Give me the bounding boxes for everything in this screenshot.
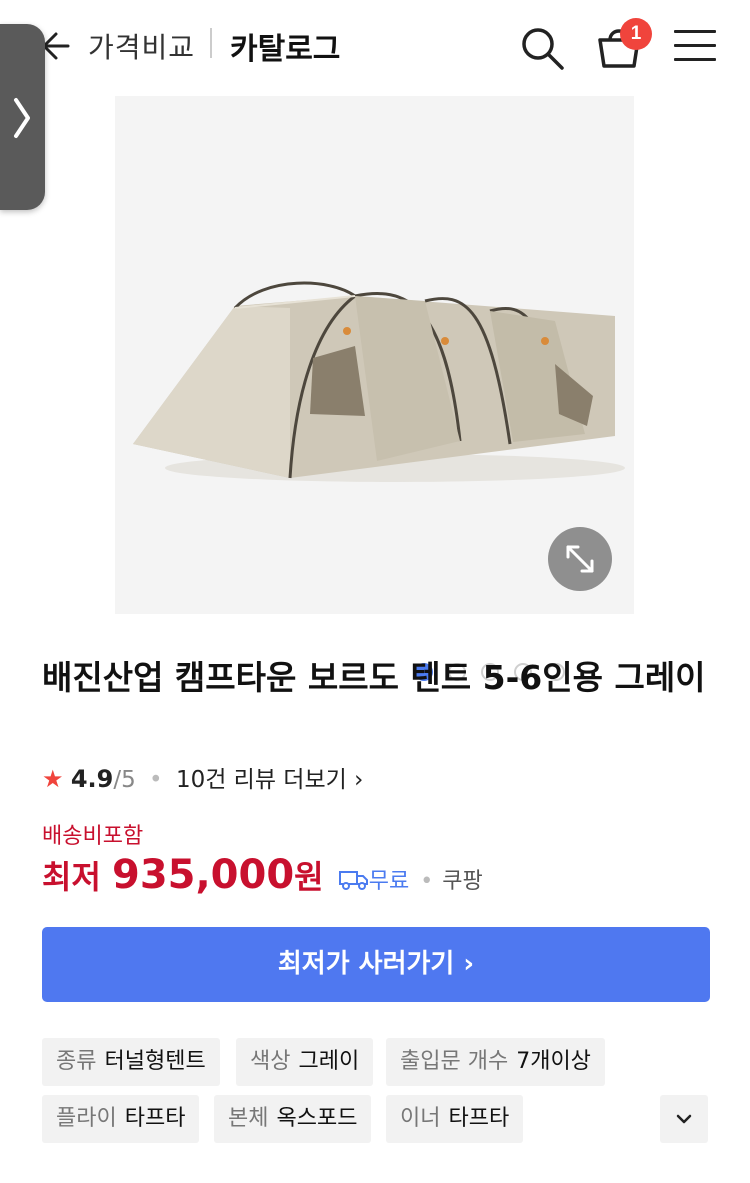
chevron-right-icon [14,98,30,138]
menu-icon[interactable] [674,30,716,64]
product-title: 배진산업 캠프타운 보르도 텐트 5-6인용 그레이 [42,658,706,697]
spec-key: 이너 [400,1106,441,1131]
spec-key: 본체 [228,1106,269,1131]
side-drawer-tab[interactable] [0,24,45,210]
spec-expand-button[interactable] [660,1095,708,1143]
truck-icon [338,871,368,890]
breadcrumb-catalog[interactable]: 카탈로그 [230,24,340,68]
price-value: 935,000 [111,852,295,898]
spec-value: 옥스포드 [276,1106,358,1131]
chevron-down-icon [676,1114,692,1124]
spec-chip-type: 종류 터널형텐트 [42,1038,220,1086]
star-icon: ★ [42,765,64,793]
expand-icon [566,545,594,573]
seller-name: 쿠팡 [442,869,483,894]
spec-value: 7개이상 [516,1049,591,1074]
cart-count-badge: 1 [620,18,652,50]
spec-key: 색상 [250,1049,291,1074]
separator-dot: • [149,767,163,793]
spec-chip-body: 본체 옥스포드 [214,1095,372,1143]
spec-chip-doors: 출입문 개수 7개이상 [386,1038,605,1086]
buy-lowest-price-button[interactable]: 최저가 사러가기 › [42,927,710,1002]
spec-value: 그레이 [298,1049,360,1074]
breadcrumb-divider [210,28,212,58]
rating-total: /5 [113,767,136,793]
spec-value: 타프타 [124,1106,186,1131]
price-unit: 원 [294,858,324,896]
free-shipping-label: 무료 [368,869,410,894]
shipping-note: 배송비포함 [42,824,144,849]
spec-chip-color: 색상 그레이 [236,1038,374,1086]
review-link[interactable]: 10건 리뷰 더보기 › [176,767,363,793]
breadcrumb-price-compare[interactable]: 가격비교 [88,26,195,66]
spec-chip-inner: 이너 타프타 [386,1095,524,1143]
buy-button-label: 최저가 사러가기 [277,949,455,979]
top-header: 가격비교 카탈로그 1 [0,0,750,96]
spec-key: 종류 [56,1049,97,1074]
separator-dot: • [420,869,434,894]
rating-row: ★ 4.9/5 • 10건 리뷰 더보기 › [42,760,363,794]
expand-image-button[interactable] [548,527,612,591]
rating-score: 4.9 [70,765,114,793]
chevron-right-icon: › [463,949,475,979]
spec-key: 출입문 개수 [400,1049,509,1074]
price-label: 최저 [42,858,101,896]
free-shipping: 무료 [338,869,416,894]
chevron-right-icon: › [354,767,364,793]
spec-value: 타프타 [448,1106,510,1131]
search-icon[interactable] [518,24,566,72]
spec-value: 터널형텐트 [104,1049,206,1074]
spec-chip-fly: 플라이 타프타 [42,1095,200,1143]
review-link-label: 10건 리뷰 더보기 [175,767,347,793]
spec-key: 플라이 [56,1106,117,1131]
price-row: 최저 935,000원 무료 • 쿠팡 [42,852,483,902]
